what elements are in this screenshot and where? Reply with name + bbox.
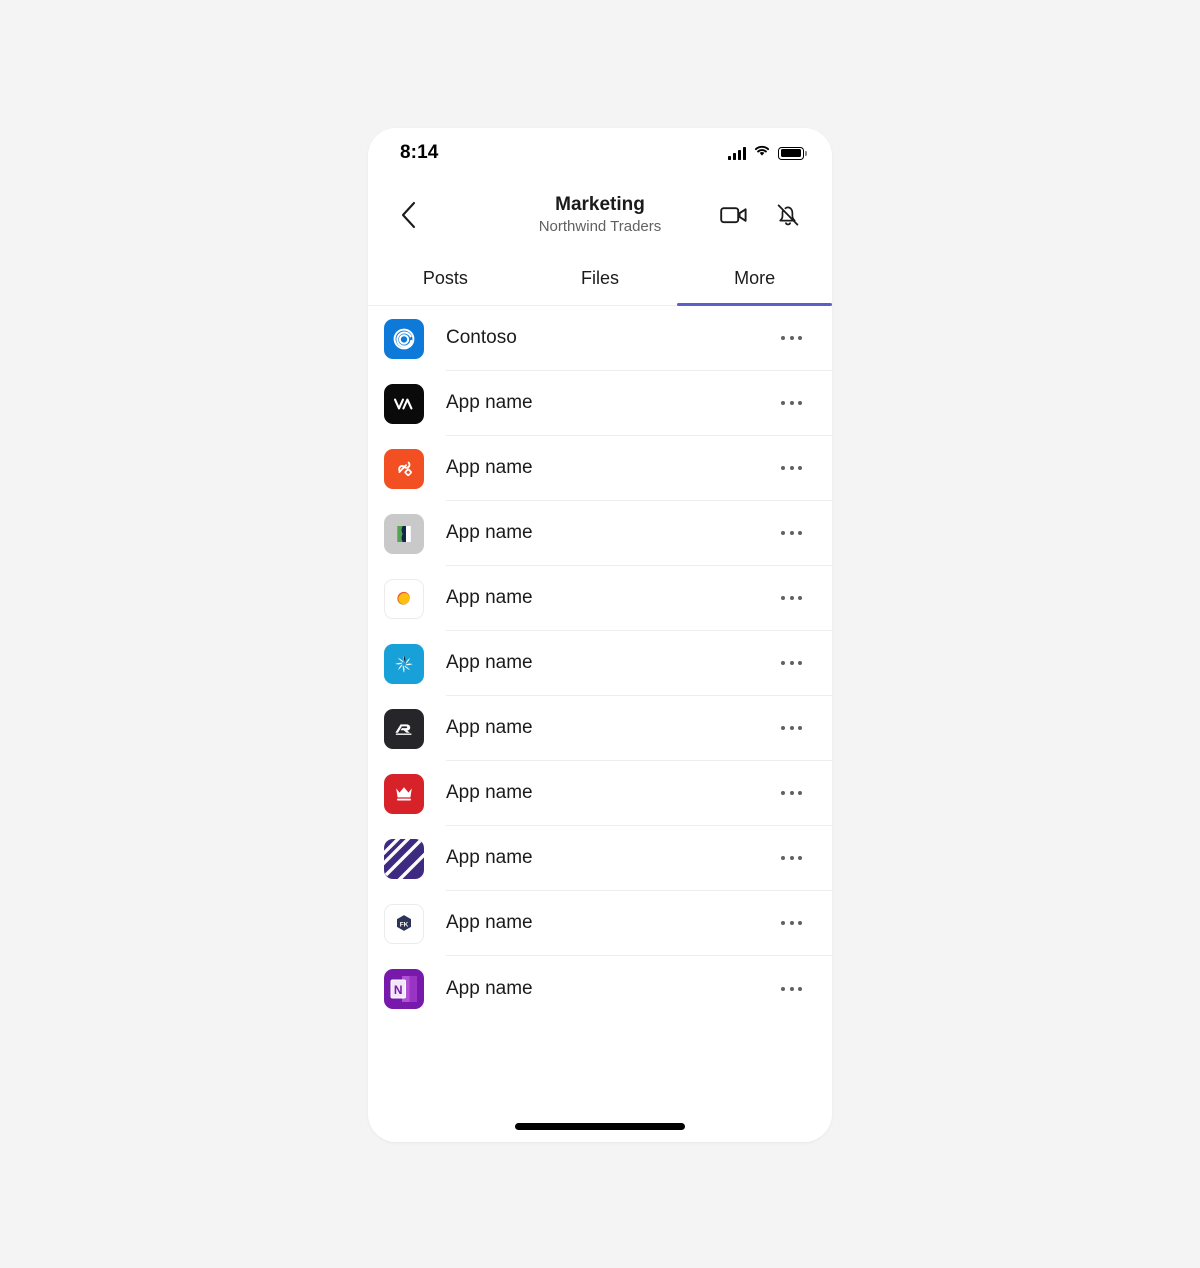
- list-item-body: App name: [446, 891, 832, 956]
- tab-files[interactable]: Files: [523, 252, 678, 305]
- wifi-icon: [753, 144, 771, 162]
- list-item-body: App name: [446, 826, 832, 891]
- list-item-label: App name: [446, 522, 533, 543]
- list-item-body: App name: [446, 566, 832, 631]
- home-indicator: [515, 1123, 685, 1130]
- purple-stripes-icon: [384, 838, 424, 879]
- list-item[interactable]: Contoso: [368, 306, 832, 371]
- list-item-body: App name: [446, 956, 832, 1021]
- list-item[interactable]: FK App name: [368, 891, 832, 956]
- back-button[interactable]: [386, 193, 430, 237]
- list-item-label: Contoso: [446, 327, 517, 348]
- list-item-label: App name: [446, 782, 533, 803]
- list-item[interactable]: App name: [368, 826, 832, 891]
- tab-more[interactable]: More: [677, 252, 832, 306]
- blue-starburst-icon: [384, 643, 424, 684]
- list-item[interactable]: App name: [368, 436, 832, 501]
- more-options-button[interactable]: [779, 391, 804, 415]
- green-navy-flag-icon: [384, 513, 424, 554]
- list-item-label: App name: [446, 587, 533, 608]
- tab-posts-label: Posts: [422, 268, 468, 288]
- list-item[interactable]: N App name: [368, 956, 832, 1021]
- video-call-button[interactable]: [714, 195, 754, 235]
- list-item[interactable]: App name: [368, 566, 832, 631]
- list-item-label: App name: [446, 912, 533, 933]
- status-indicators: [727, 144, 807, 162]
- status-time: 8:14: [400, 142, 439, 163]
- list-item-label: App name: [446, 652, 533, 673]
- app-list: Contoso App name App name App name App n…: [368, 306, 832, 1021]
- tab-more-label: More: [734, 268, 776, 288]
- more-options-button[interactable]: [779, 716, 804, 740]
- list-item[interactable]: App name: [368, 761, 832, 826]
- onenote-icon: N: [384, 968, 424, 1009]
- svg-text:N: N: [394, 983, 403, 997]
- more-options-button[interactable]: [779, 651, 804, 675]
- more-options-button[interactable]: [779, 326, 804, 350]
- list-item-label: App name: [446, 457, 533, 478]
- list-item-body: App name: [446, 696, 832, 761]
- video-call-icon: [720, 207, 747, 224]
- list-item[interactable]: App name: [368, 696, 832, 761]
- notifications-off-icon: [777, 204, 799, 226]
- list-item[interactable]: App name: [368, 371, 832, 436]
- list-item-label: App name: [446, 392, 533, 413]
- chevron-left-icon: [401, 201, 415, 229]
- header-actions: [714, 195, 808, 235]
- list-item-body: App name: [446, 631, 832, 696]
- status-bar: 8:14: [368, 128, 832, 178]
- va-monogram-icon: [384, 383, 424, 424]
- app-header: Marketing Northwind Traders: [368, 178, 832, 252]
- list-item-body: App name: [446, 436, 832, 501]
- svg-text:FK: FK: [400, 921, 409, 928]
- list-item-label: App name: [446, 717, 533, 738]
- more-options-button[interactable]: [779, 586, 804, 610]
- more-options-button[interactable]: [779, 911, 804, 935]
- list-item-body: Contoso: [446, 306, 832, 371]
- more-options-button[interactable]: [779, 977, 804, 1001]
- list-item[interactable]: App name: [368, 501, 832, 566]
- ar-monogram-icon: [384, 708, 424, 749]
- cellular-signal-icon: [727, 146, 746, 160]
- contoso-spiral-icon: [384, 318, 424, 359]
- yellow-blob-icon: [384, 578, 424, 619]
- tab-bar: Posts Files More: [368, 252, 832, 306]
- screenshot-canvas: 8:14 Marketing Northwind Traders Posts F…: [0, 0, 1200, 1268]
- more-options-button[interactable]: [779, 846, 804, 870]
- list-item-body: App name: [446, 761, 832, 826]
- mute-notifications-button[interactable]: [768, 195, 808, 235]
- more-options-button[interactable]: [779, 456, 804, 480]
- list-item-body: App name: [446, 371, 832, 436]
- battery-full-icon: [778, 146, 807, 160]
- list-item[interactable]: App name: [368, 631, 832, 696]
- list-item-label: App name: [446, 977, 533, 999]
- list-item-body: App name: [446, 501, 832, 566]
- tab-posts[interactable]: Posts: [368, 252, 523, 305]
- phone-frame: 8:14 Marketing Northwind Traders Posts F…: [368, 128, 832, 1142]
- more-options-button[interactable]: [779, 781, 804, 805]
- more-options-button[interactable]: [779, 521, 804, 545]
- list-item-label: App name: [446, 847, 533, 868]
- tab-files-label: Files: [581, 268, 620, 288]
- orange-knot-icon: [384, 448, 424, 489]
- fk-hexagon-icon: FK: [384, 903, 424, 944]
- red-crown-icon: [384, 773, 424, 814]
